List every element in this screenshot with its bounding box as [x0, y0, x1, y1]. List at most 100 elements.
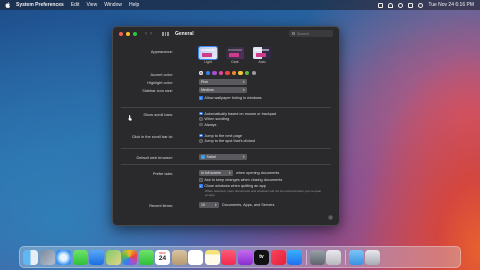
menu-edit[interactable]: Edit	[71, 2, 80, 8]
show-all-grid-icon[interactable]	[162, 32, 169, 36]
accent-swatch[interactable]	[199, 71, 204, 76]
prefer-tabs-popup[interactable]: in full screen ⇕	[199, 170, 233, 176]
show-scroll-bars-label: Show scroll bars:	[143, 112, 173, 117]
prefer-tabs-suffix: when opening documents	[236, 170, 280, 175]
scroll-bars-auto-label: Automatically based on mouse or trackpad	[204, 111, 277, 116]
dock-podcasts-icon[interactable]	[237, 249, 253, 265]
system-preferences-window: ‹ › General Search Appearance: Light Dar…	[112, 26, 340, 226]
popup-chevron-icon: ⇕	[242, 154, 245, 159]
accent-swatch[interactable]	[218, 71, 224, 76]
jump-spot-clicked-option[interactable]: Jump to the spot that's clicked	[199, 139, 255, 143]
dock-maps-icon[interactable]	[105, 249, 121, 265]
sidebar-icon-size-value: Medium	[201, 87, 214, 92]
dock-messages-icon[interactable]	[72, 249, 88, 265]
accent-swatch[interactable]	[212, 71, 217, 76]
dock-news-icon[interactable]	[270, 249, 286, 265]
radio-unselected[interactable]	[199, 122, 203, 127]
dock-tv-icon[interactable]: tv	[254, 249, 269, 265]
scroll-bars-always-option[interactable]: Always	[199, 123, 216, 127]
close-windows-checkbox[interactable]: ✓	[199, 184, 203, 188]
scroll-bars-when-scrolling-option[interactable]: When scrolling	[199, 117, 229, 121]
scroll-bars-always-label: Always	[204, 122, 217, 127]
radio-unselected[interactable]	[199, 139, 203, 143]
dock-launchpad-icon[interactable]	[39, 249, 55, 265]
accent-swatch[interactable]	[245, 71, 250, 76]
accent-swatch[interactable]	[251, 71, 257, 76]
appearance-auto-option[interactable]: Auto	[253, 47, 271, 64]
wallpaper-tinting-checkbox[interactable]: ✓	[199, 96, 203, 100]
siri-icon[interactable]	[418, 2, 424, 8]
appearance-auto-caption: Auto	[258, 60, 266, 64]
appearance-light-option[interactable]: Light	[198, 46, 218, 64]
appearance-dark-caption: Dark	[231, 60, 239, 64]
forward-chevron-icon[interactable]: ›	[150, 31, 152, 37]
menu-help[interactable]: Help	[129, 2, 139, 8]
menu-app-name[interactable]: System Preferences	[16, 2, 64, 8]
zoom-button[interactable]	[133, 32, 137, 36]
jump-spot-clicked-label: Jump to the spot that's clicked	[204, 139, 256, 143]
screen-record-icon[interactable]	[378, 2, 384, 8]
sidebar-icon-size-popup[interactable]: Medium ⇕	[199, 87, 247, 93]
menu-bar: System Preferences Edit View Window Help…	[0, 0, 480, 10]
dock-separator	[344, 249, 346, 265]
back-chevron-icon[interactable]: ‹	[145, 31, 147, 37]
ask-keep-changes-row[interactable]: Ask to keep changes when closing documen…	[199, 178, 282, 182]
accent-swatch[interactable]	[231, 71, 237, 76]
help-button[interactable]: ?	[328, 215, 333, 220]
radio-selected[interactable]	[199, 111, 203, 116]
dock-finder-icon[interactable]	[23, 249, 38, 265]
accent-swatch[interactable]	[205, 71, 210, 76]
highlight-color-popup[interactable]: Pink ⇕	[199, 79, 247, 85]
dock-calendar-icon[interactable]: NOV 24	[155, 249, 170, 265]
dock-notes-icon[interactable]	[204, 249, 220, 265]
minimize-button[interactable]	[126, 32, 130, 36]
close-windows-row[interactable]: ✓ Close windows when quitting an app	[199, 184, 266, 188]
menu-view[interactable]: View	[86, 2, 97, 8]
control-center-icon[interactable]	[408, 2, 414, 8]
dock-trash-icon[interactable]	[365, 249, 381, 265]
calendar-day: 24	[158, 255, 167, 262]
close-button[interactable]	[119, 32, 123, 36]
dock-separator	[305, 249, 307, 265]
dock-downloads-folder-icon[interactable]	[348, 249, 364, 265]
default-browser-value: Safari	[206, 154, 216, 159]
apple-icon[interactable]	[5, 2, 11, 8]
wallpaper-tinting-label: Allow wallpaper tinting in windows	[204, 96, 262, 100]
highlight-color-value: Pink	[201, 79, 208, 84]
wifi-icon[interactable]	[388, 2, 394, 8]
dock-system-preferences-icon[interactable]	[309, 249, 325, 265]
dock-facetime-icon[interactable]	[138, 249, 154, 265]
radio-selected[interactable]	[199, 133, 203, 138]
dock-app-store-icon[interactable]	[287, 249, 302, 265]
scroll-bars-auto-option[interactable]: Automatically based on mouse or trackpad	[199, 112, 276, 116]
dock-screenshot-icon[interactable]	[326, 249, 342, 265]
recent-items-value: 10	[201, 202, 205, 207]
dock-contacts-icon[interactable]	[171, 249, 187, 265]
default-browser-popup[interactable]: Safari ⇕	[199, 154, 247, 160]
scroll-bars-when-scrolling-label: When scrolling	[204, 117, 230, 121]
dock-mail-icon[interactable]	[89, 249, 104, 265]
wallpaper-tinting-checkbox-row[interactable]: ✓ Allow wallpaper tinting in windows	[199, 96, 262, 100]
prefer-tabs-label: Prefer tabs:	[152, 171, 173, 176]
dock-music-icon[interactable]	[221, 249, 236, 265]
search-icon[interactable]	[398, 2, 404, 8]
jump-next-page-option[interactable]: Jump to the next page	[199, 134, 242, 138]
menu-clock[interactable]: Tue Nov 24 6:16 PM	[428, 2, 474, 8]
dock-safari-icon[interactable]	[56, 249, 71, 265]
radio-unselected[interactable]	[199, 117, 203, 121]
ask-keep-changes-checkbox[interactable]	[199, 178, 203, 182]
appearance-auto-thumb	[253, 47, 271, 59]
dock-photos-icon[interactable]	[122, 249, 137, 265]
accent-swatch[interactable]	[238, 71, 243, 76]
window-titlebar: ‹ › General Search	[113, 27, 339, 41]
tv-label: tv	[259, 254, 264, 260]
search-field[interactable]: Search	[289, 30, 333, 37]
dock-reminders-icon[interactable]	[188, 249, 203, 265]
appearance-dark-option[interactable]: Dark	[226, 47, 244, 64]
accent-swatch[interactable]	[225, 71, 230, 76]
recent-items-popup[interactable]: 10 ⇕	[199, 202, 219, 208]
menu-window[interactable]: Window	[104, 2, 122, 8]
ask-keep-changes-label: Ask to keep changes when closing documen…	[204, 178, 283, 182]
search-placeholder: Search	[297, 31, 310, 36]
popup-chevron-icon: ⇕	[242, 87, 245, 92]
